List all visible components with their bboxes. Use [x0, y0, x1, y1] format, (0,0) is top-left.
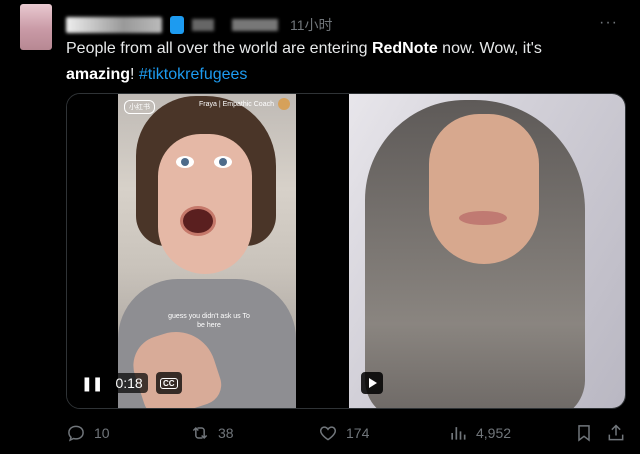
video-subject-eye	[214, 156, 232, 168]
video-player[interactable]: 小红书 Fraya | Empathic Coach guess you did…	[67, 94, 347, 408]
action-bar: 10 38 174 4,952	[66, 420, 626, 446]
tweet-text-part: People from all over the world are enter…	[66, 40, 372, 57]
like-button[interactable]: 174	[318, 423, 369, 443]
handle[interactable]	[192, 19, 214, 31]
creator-avatar	[278, 98, 290, 110]
views-count: 4,952	[476, 425, 512, 441]
emphasis: amazing	[66, 66, 131, 83]
video-subject-face	[158, 134, 252, 274]
video-frame[interactable]: 小红书 Fraya | Empathic Coach guess you did…	[118, 94, 296, 408]
share-icon	[608, 424, 624, 441]
handle-suffix	[232, 19, 278, 31]
tweet-text-part: now. Wow, it's	[437, 40, 542, 57]
pause-icon[interactable]: ❚❚	[81, 375, 103, 392]
media-container: 小红书 Fraya | Empathic Coach guess you did…	[66, 93, 626, 409]
tweet-header: 11小时	[66, 14, 333, 36]
tweet-text-part: !	[130, 66, 139, 83]
photo[interactable]	[349, 94, 625, 408]
photo-subject-face	[429, 114, 539, 264]
timestamp[interactable]: 11小时	[290, 15, 333, 35]
reply-button[interactable]: 10	[66, 423, 110, 443]
video-subtitle: guess you didn't ask us To be here	[168, 313, 250, 329]
views-icon	[451, 427, 466, 440]
photo-subject-lips	[459, 211, 507, 225]
retweet-icon	[192, 426, 208, 440]
reply-count: 10	[94, 425, 110, 441]
verified-icon	[170, 16, 184, 34]
cc-icon[interactable]: CC	[155, 372, 182, 394]
video-subject-mouth	[180, 206, 216, 236]
views-button[interactable]: 4,952	[448, 423, 511, 443]
cc-label: CC	[159, 377, 178, 389]
bookmark-button[interactable]	[574, 423, 594, 443]
bookmark-icon	[578, 425, 590, 442]
tweet-text: People from all over the world are enter…	[66, 36, 606, 88]
avatar[interactable]	[20, 4, 52, 50]
like-count: 174	[346, 425, 370, 441]
play-icon[interactable]	[361, 372, 383, 394]
display-name[interactable]	[66, 17, 162, 33]
more-icon[interactable]: ···	[599, 14, 618, 32]
hashtag-link[interactable]: #tiktokrefugees	[139, 66, 248, 83]
brand-name: RedNote	[371, 40, 438, 57]
share-button[interactable]	[606, 423, 626, 443]
reply-icon	[68, 425, 84, 442]
video-subject-eye	[176, 156, 194, 168]
retweet-button[interactable]: 38	[190, 423, 234, 443]
app-badge: 小红书	[124, 100, 155, 114]
creator-label: Fraya | Empathic Coach	[199, 101, 274, 108]
video-elapsed-time: 0:18	[110, 373, 148, 393]
video-controls: ❚❚ 0:18 CC	[81, 372, 182, 394]
like-icon	[319, 426, 337, 441]
retweet-count: 38	[218, 425, 234, 441]
